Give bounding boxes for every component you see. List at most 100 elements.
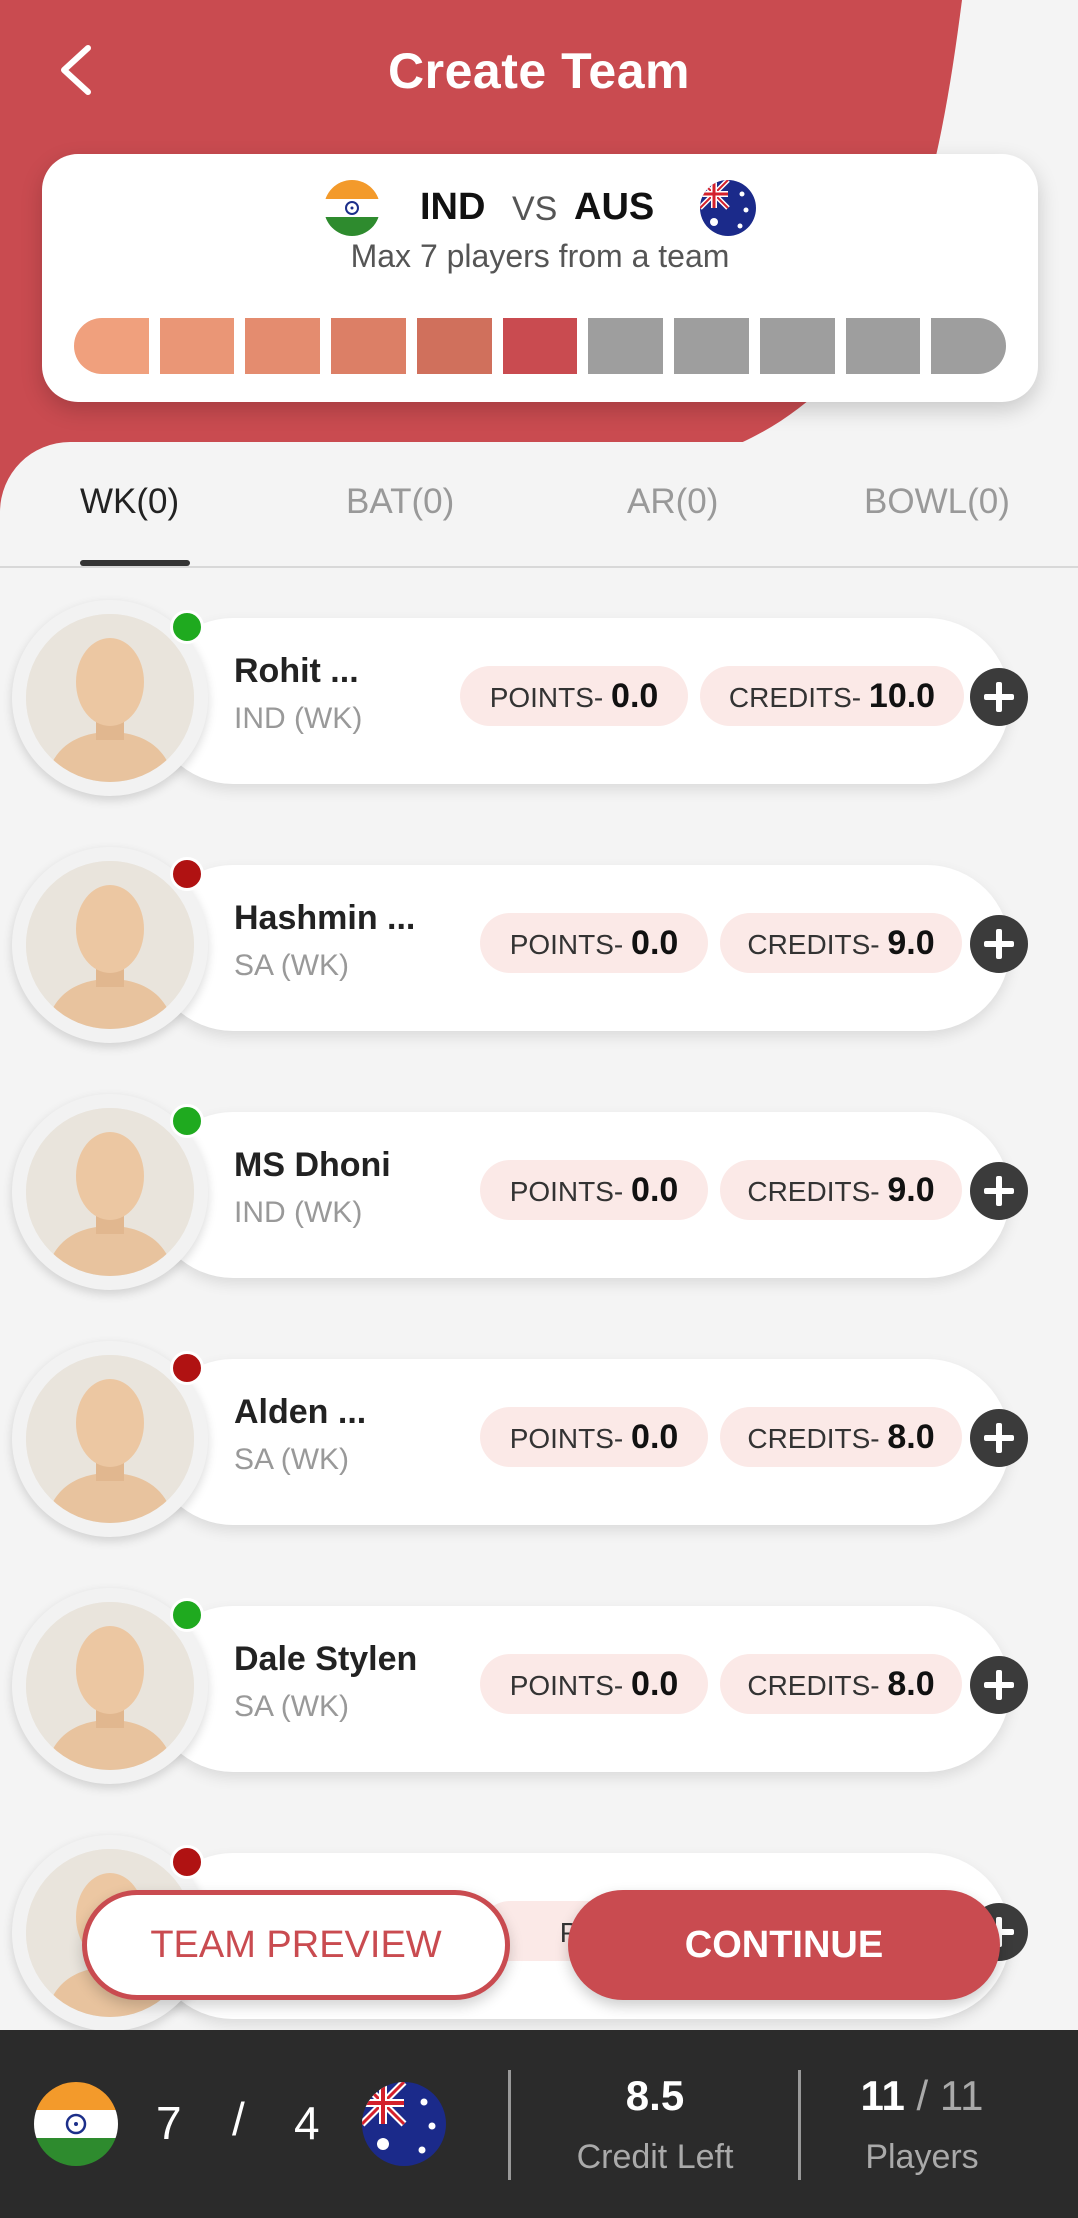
points-chip: POINTS- 0.0 [460, 666, 688, 726]
match-row: IND VS AUS [42, 168, 1038, 238]
add-player-button[interactable] [970, 1656, 1028, 1714]
continue-button[interactable]: CONTINUE [568, 1890, 1000, 2000]
points-chip: POINTS- 0.0 [480, 1654, 708, 1714]
avatar-placeholder-icon [26, 1108, 194, 1276]
points-value: 0.0 [631, 1418, 679, 1456]
credits-value: 10.0 [868, 677, 936, 715]
avatar [12, 1588, 208, 1784]
avatar [12, 1094, 208, 1290]
credits-value: 8.0 [887, 1665, 935, 1703]
credits-value: 9.0 [887, 924, 935, 962]
avatar-placeholder-icon [26, 1355, 194, 1523]
progress-segment-filled [159, 318, 235, 374]
points-chip: POINTS- 0.0 [480, 1407, 708, 1467]
progress-segment-filled [416, 318, 492, 374]
credit-left-value: 8.5 [625, 2072, 685, 2119]
players-selected: 11 [860, 2072, 905, 2119]
player-name: Hashmin ... [234, 899, 416, 937]
players-separator: / [904, 2072, 940, 2119]
selection-footer: 7 / 4 8.5 Credit Left 11 / 11 Players [0, 2030, 1078, 2218]
player-role: IND (WK) [234, 702, 363, 735]
add-player-button[interactable] [970, 1162, 1028, 1220]
team-b-count: 4 [294, 2097, 320, 2149]
tab-ar[interactable]: AR(0) [627, 482, 718, 522]
points-label: POINTS- [509, 1670, 624, 1701]
points-value: 0.0 [631, 924, 679, 962]
points-chip: POINTS- 0.0 [480, 913, 708, 973]
player-row[interactable]: Rohit ... IND (WK) POINTS- 0.0 CREDITS- … [0, 600, 1078, 800]
avatar-placeholder-icon [26, 1602, 194, 1770]
avatar [12, 1341, 208, 1537]
active-tab-indicator [80, 560, 190, 566]
selection-progress-bar [74, 318, 1007, 374]
india-flag-icon [324, 180, 380, 236]
team-b-name: AUS [574, 186, 655, 228]
page-title: Create Team [388, 43, 690, 99]
points-label: POINTS- [509, 1423, 624, 1454]
add-player-button[interactable] [970, 915, 1028, 973]
credit-left-label: Credit Left [576, 2138, 734, 2176]
status-dot [170, 610, 204, 644]
india-flag-icon [34, 2082, 118, 2166]
player-row[interactable]: Dale Stylen SA (WK) POINTS- 0.0 CREDITS-… [0, 1588, 1078, 1788]
add-player-button[interactable] [970, 668, 1028, 726]
credits-chip: CREDITS- 10.0 [700, 666, 964, 726]
progress-segment-filled [74, 318, 149, 374]
team-preview-button[interactable]: TEAM PREVIEW [82, 1890, 510, 2000]
credits-chip: CREDITS- 8.0 [720, 1654, 962, 1714]
players-total: 11 [939, 2072, 984, 2119]
player-role: SA (WK) [234, 949, 350, 982]
avatar [12, 847, 208, 1043]
progress-segment-filled [245, 318, 321, 374]
vs-label: VS [512, 190, 558, 228]
tab-bat[interactable]: BAT(0) [346, 482, 454, 522]
credits-chip: CREDITS- 9.0 [720, 913, 962, 973]
player-row[interactable]: Hashmin ... SA (WK) POINTS- 0.0 CREDITS-… [0, 847, 1078, 1047]
player-name: MS Dhoni [234, 1146, 391, 1184]
status-dot [170, 1104, 204, 1138]
credits-chip: CREDITS- 9.0 [720, 1160, 962, 1220]
progress-segment-empty [588, 318, 664, 374]
player-name: Alden ... [234, 1393, 367, 1431]
team-a-name: IND [420, 186, 486, 228]
add-player-button[interactable] [970, 1409, 1028, 1467]
points-chip: POINTS- 0.0 [480, 1160, 708, 1220]
player-role: IND (WK) [234, 1196, 363, 1229]
credits-label: CREDITS- [747, 1670, 880, 1701]
player-row[interactable]: MS Dhoni IND (WK) POINTS- 0.0 CREDITS- 9… [0, 1094, 1078, 1294]
team-a-count: 7 [156, 2097, 182, 2149]
progress-segment-empty [674, 318, 749, 374]
player-row[interactable]: Alden ... SA (WK) POINTS- 0.0 CREDITS- 8… [0, 1341, 1078, 1541]
points-label: POINTS- [509, 1176, 624, 1207]
count-separator: / [232, 2093, 245, 2145]
points-value: 0.0 [611, 677, 659, 715]
players-count: 11 / 11 [800, 2072, 1044, 2120]
progress-segment-filled [502, 318, 578, 374]
points-label: POINTS- [489, 682, 604, 713]
status-dot [170, 1351, 204, 1385]
points-value: 0.0 [631, 1665, 679, 1703]
credits-label: CREDITS- [747, 1423, 880, 1454]
player-name: Rohit ... [234, 652, 359, 690]
credits-label: CREDITS- [747, 1176, 880, 1207]
credits-label: CREDITS- [747, 929, 880, 960]
points-value: 0.0 [631, 1171, 679, 1209]
players-label: Players [865, 2138, 979, 2176]
credits-value: 8.0 [887, 1418, 935, 1456]
status-dot [170, 1845, 204, 1879]
player-role: SA (WK) [234, 1690, 350, 1723]
australia-flag-icon [362, 2082, 446, 2166]
credits-label: CREDITS- [728, 682, 862, 713]
progress-segment-empty [931, 318, 1007, 374]
credits-value: 9.0 [887, 1171, 935, 1209]
tab-wk[interactable]: WK(0) [80, 482, 179, 522]
status-dot [170, 1598, 204, 1632]
avatar-placeholder-icon [26, 614, 194, 782]
match-card: IND VS AUS Max 7 players from a team [42, 154, 1038, 402]
status-dot [170, 857, 204, 891]
avatar [12, 600, 208, 796]
progress-segment-empty [845, 318, 921, 374]
points-label: POINTS- [509, 929, 624, 960]
tab-bowl[interactable]: BOWL(0) [864, 482, 1010, 522]
progress-segment-filled [331, 318, 406, 374]
